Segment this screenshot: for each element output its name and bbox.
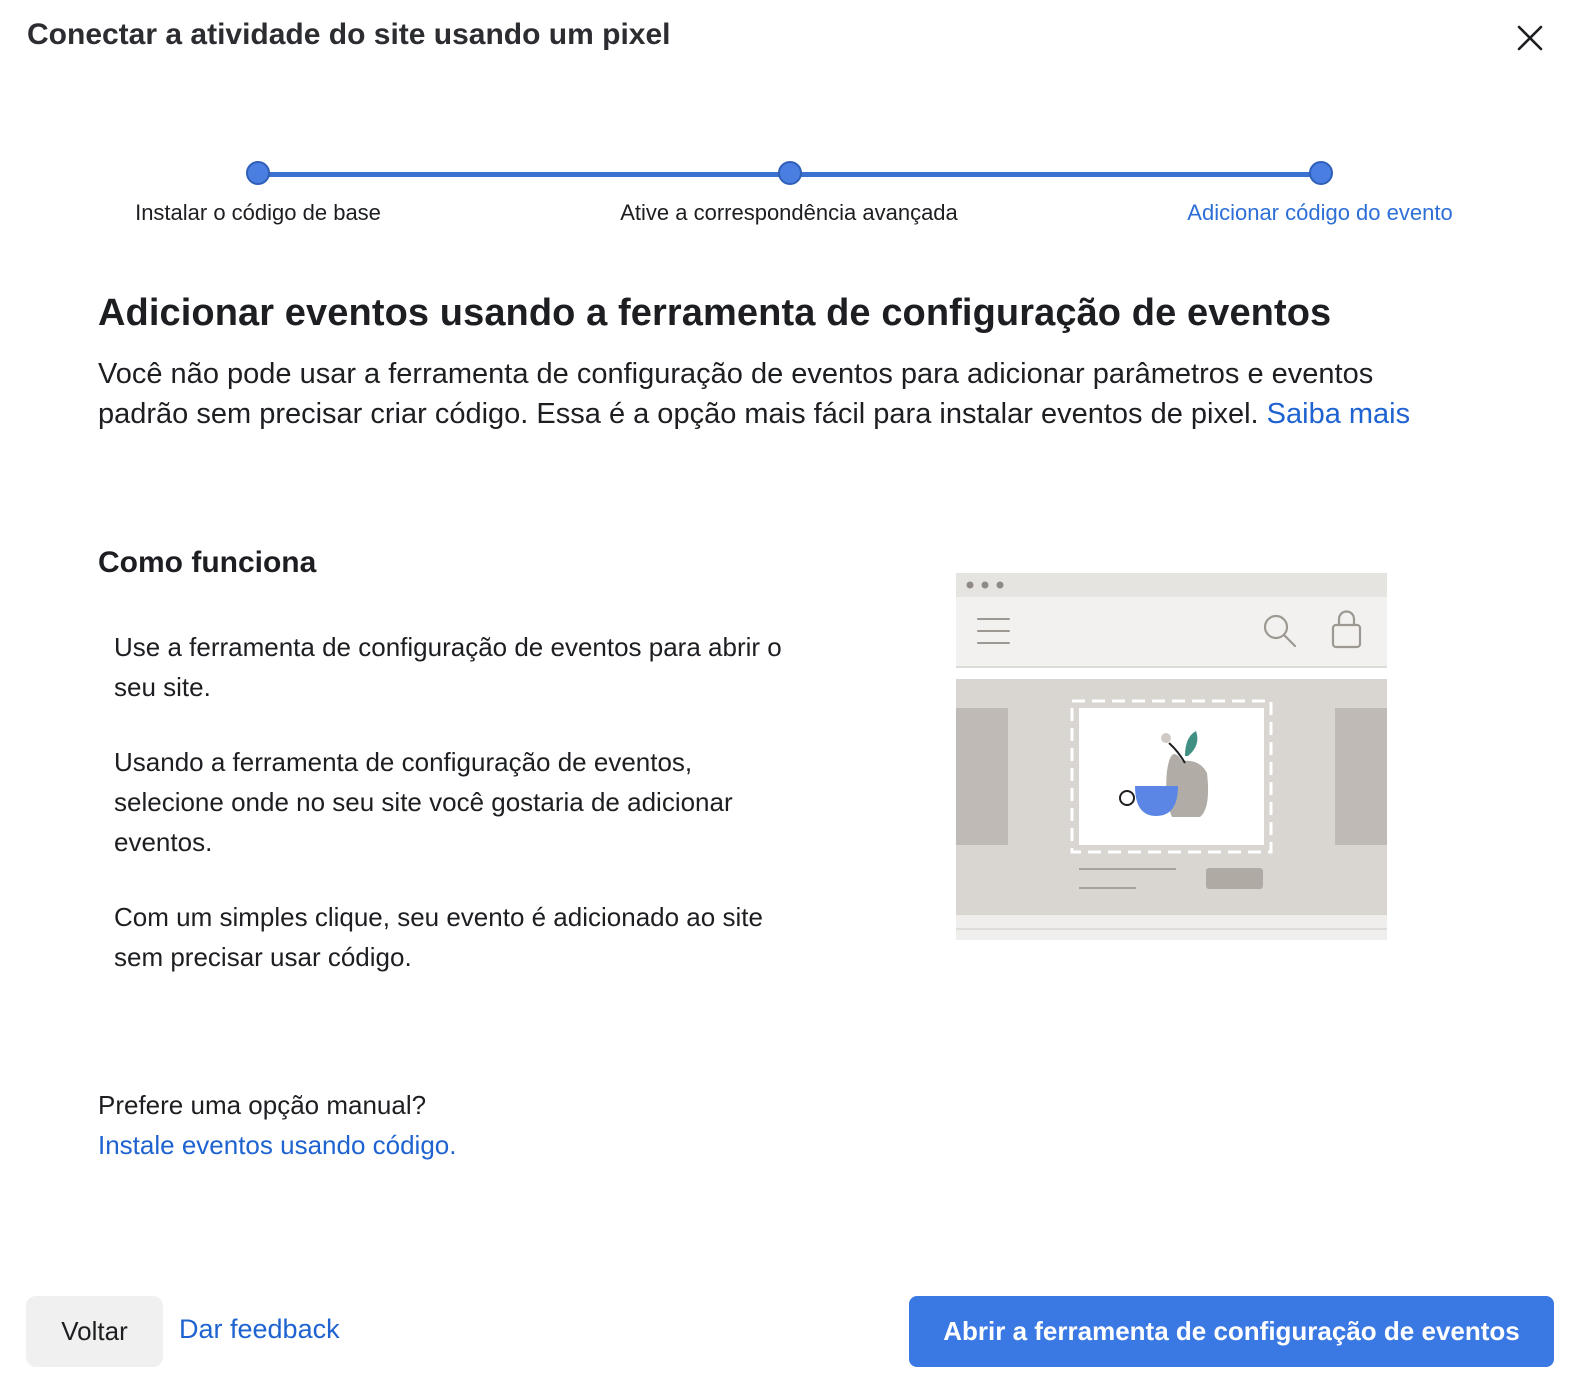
step-3-dot: [1309, 161, 1333, 185]
learn-more-link[interactable]: Saiba mais: [1267, 398, 1410, 430]
intro-text: Você não pode usar a ferramenta de confi…: [98, 358, 1374, 430]
close-icon: [1517, 25, 1543, 51]
intro-paragraph: Você não pode usar a ferramenta de confi…: [98, 354, 1438, 434]
browser-title-bar: [956, 573, 1387, 597]
step-2-dot: [778, 161, 802, 185]
back-button[interactable]: Voltar: [26, 1296, 163, 1367]
how-it-works-item: Use a ferramenta de configuração de even…: [114, 632, 782, 702]
install-with-code-link[interactable]: Instale eventos usando código.: [98, 1130, 456, 1161]
step-1-dot: [246, 161, 270, 185]
dialog-title: Conectar a atividade do site usando um p…: [27, 18, 671, 51]
how-it-works-list: Use a ferramenta de configuração de even…: [114, 627, 794, 1012]
how-it-works-item: Com um simples clique, seu evento é adic…: [114, 902, 763, 972]
website-illustration: [956, 573, 1387, 940]
give-feedback-link[interactable]: Dar feedback: [179, 1314, 340, 1345]
manual-option-question: Prefere uma opção manual?: [98, 1090, 427, 1120]
step-1-label: Instalar o código de base: [135, 200, 381, 225]
how-it-works-item: Usando a ferramenta de configuração de e…: [114, 747, 733, 857]
browser-nav-bar: [956, 597, 1387, 667]
close-button[interactable]: [1510, 18, 1550, 58]
how-it-works-title: Como funciona: [98, 546, 317, 579]
step-3-label: Adicionar código do evento: [1187, 200, 1453, 225]
step-2-label: Ative a correspondência avançada: [620, 200, 958, 225]
open-event-setup-tool-button[interactable]: Abrir a ferramenta de configuração de ev…: [909, 1296, 1554, 1367]
section-heading: Adicionar eventos usando a ferramenta de…: [98, 292, 1332, 334]
progress-stepper: Instalar o código de base Ative a corres…: [0, 155, 1576, 235]
